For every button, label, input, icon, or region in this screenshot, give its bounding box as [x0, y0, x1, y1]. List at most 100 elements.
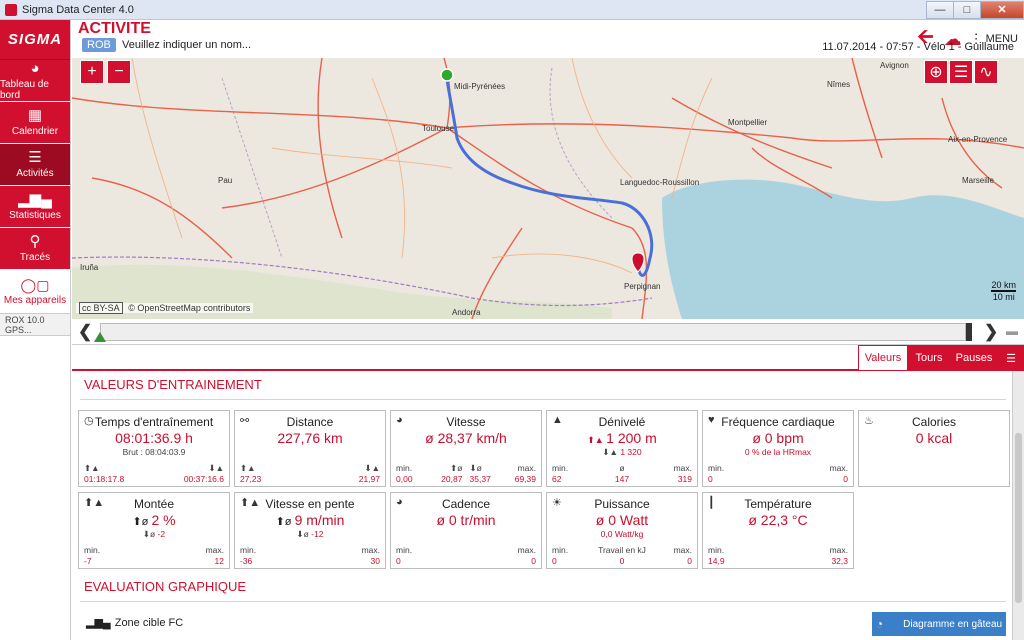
zoom-out-button[interactable]: −	[107, 60, 131, 84]
card-title: Calories	[911, 415, 956, 429]
maximize-button[interactable]: □	[953, 0, 981, 19]
detail-tabs: Valeurs Tours Pauses ☰	[72, 345, 1024, 371]
max-label: max.	[517, 463, 536, 473]
card-speed: ◕ Vitesse ø 28,37 km/h min. 0,00 ⬆ø ⬇ø 2…	[390, 410, 542, 487]
card-altitude: ▲ Dénivelé ⬆▲ 1 200 m ⬇▲ 1 320 min. 62 ø…	[546, 410, 698, 487]
map-city-label: Montpellier	[728, 118, 768, 127]
timeline-scrubber[interactable]: ❮ ❯ ▬	[72, 319, 1024, 345]
card-title: Dénivelé	[598, 415, 646, 429]
card-value: ø 22,3 °C	[748, 512, 808, 528]
map-city-label: Marseille	[962, 176, 995, 185]
tab-laps[interactable]: Tours	[908, 345, 950, 371]
section-divider	[80, 399, 1006, 400]
bar-chart-icon: ▂▆▄	[86, 617, 111, 629]
map-city-label: Midi-Pyrénées	[454, 82, 506, 91]
max-value: 0	[843, 474, 848, 484]
zoom-in-button[interactable]: +	[80, 60, 104, 84]
max-label: max.	[361, 545, 380, 555]
sidebar-item-label: Tracés	[19, 252, 51, 263]
sidebar-item-statistics[interactable]: ▂▆▄ Statistiques	[0, 186, 70, 228]
sidebar-item-label: Calendrier	[11, 126, 59, 137]
app-icon	[5, 3, 17, 16]
timeline-track[interactable]	[100, 323, 966, 341]
card-distance: ⚯ Distance 227,76 km ⬆▲ 27,23 ⬇▲ 21,97	[234, 410, 386, 487]
sidebar-item-label: Statistiques	[9, 210, 61, 221]
section-title-graph: EVALUATION GRAPHIQUE	[84, 579, 247, 594]
tab-pauses[interactable]: Pauses	[950, 345, 998, 371]
sidebar-item-tracks[interactable]: ⚲ Tracés	[0, 228, 70, 270]
content-scrollbar[interactable]	[1012, 371, 1024, 640]
elevation-chart-button[interactable]: ∿	[974, 60, 998, 84]
gauge-icon: ◕	[30, 59, 40, 77]
hr-zone-label: ▂▆▄ Zone cible FC	[86, 616, 183, 629]
max-value: 30	[370, 556, 380, 566]
max-value: 319	[677, 474, 692, 484]
close-window-button[interactable]: ✕	[980, 0, 1024, 19]
tab-values[interactable]: Valeurs	[858, 345, 908, 371]
card-value: ⬆▲ 1 200 m	[547, 430, 697, 446]
card-sub: ⬇ø -12	[235, 529, 385, 540]
max-label: max.	[829, 545, 848, 555]
max-label: max.	[829, 463, 848, 473]
map-city-label: Toulouse	[422, 124, 455, 133]
min-label: min.	[708, 545, 725, 555]
ascent-icon: ⬆▲	[587, 435, 607, 445]
sidebar-item-activities[interactable]: ☰ Activités	[0, 144, 70, 186]
card-training-time: ◷ Temps d'entraînement 08:01:36.9 h Brut…	[78, 410, 230, 487]
card-title: Vitesse	[446, 415, 486, 429]
sidebar-item-calendar[interactable]: ▦ Calendrier	[0, 102, 70, 144]
avg-value: 147	[614, 474, 630, 484]
list-icon: ☰	[28, 149, 42, 166]
devices-icon: ◯▢	[20, 277, 50, 293]
sidebar-item-devices[interactable]: ◯▢ Mes appareils	[0, 270, 70, 314]
timeline-start-handle[interactable]	[94, 332, 106, 342]
sport-badge[interactable]: ROB	[82, 38, 116, 52]
map-city-label: Nîmes	[827, 80, 851, 89]
sigma-logo: SIGMA	[0, 20, 70, 60]
sidebar-item-dashboard[interactable]: ◕ Tableau de bord	[0, 60, 70, 102]
timeline-prev-icon[interactable]: ❮	[78, 322, 92, 342]
card-title: Fréquence cardiaque	[721, 415, 835, 429]
crosshair-icon: ⊕	[929, 64, 943, 81]
card-title: Montée	[133, 497, 175, 511]
activity-name-field[interactable]: Veuillez indiquer un nom...	[122, 39, 251, 51]
map-city-label: Perpignan	[624, 282, 661, 291]
min-value: 14,9	[708, 556, 725, 566]
device-list-item[interactable]: ROX 10.0 GPS...	[0, 314, 70, 336]
window-titlebar: Sigma Data Center 4.0 — □ ✕	[0, 0, 1024, 20]
locate-button[interactable]: ⊕	[924, 60, 948, 84]
scrollbar-thumb[interactable]	[1015, 433, 1022, 603]
min-value: 0	[396, 556, 401, 566]
card-left-value: 27,23	[240, 474, 262, 484]
map-city-label: Andorra	[452, 308, 481, 317]
timeline-next-icon[interactable]: ❯	[984, 322, 998, 342]
sidebar: SIGMA ◕ Tableau de bord ▦ Calendrier ☰ A…	[0, 20, 71, 640]
scale-mi: 10 mi	[992, 292, 1015, 302]
card-right-value: 21,97	[358, 474, 380, 484]
minimize-button[interactable]: —	[926, 0, 954, 19]
min-value: -36	[240, 556, 253, 566]
card-left-value: 01:18:17.8	[84, 474, 125, 484]
timeline-menu-icon[interactable]: ▬	[1006, 324, 1018, 338]
slope-down-value: -12	[311, 529, 324, 539]
climb-up-value: 2 %	[151, 512, 176, 528]
ascent-value: 1 200 m	[606, 430, 657, 446]
card-value: ⬆ø 2 %	[79, 512, 229, 528]
card-title: Puissance	[594, 497, 650, 511]
max-label: max.	[517, 545, 536, 555]
card-value: 227,76 km	[277, 430, 343, 446]
map-city-label: Avignon	[880, 61, 909, 70]
layers-button[interactable]: ☰	[949, 60, 973, 84]
timeline-end-handle[interactable]	[966, 323, 972, 341]
max-value: 0	[531, 556, 536, 566]
scale-km: 20 km	[991, 280, 1016, 292]
tab-list[interactable]: ☰	[998, 345, 1024, 371]
route-icon: ⚲	[29, 233, 41, 250]
pie-chart-button[interactable]: ◔ Diagramme en gâteau	[872, 612, 1006, 636]
route-map[interactable]: + − ⊕ ☰ ∿ Toulouse Midi-Pyrénées Pau Mon…	[72, 58, 1024, 319]
list-icon: ☰	[1006, 352, 1016, 365]
uphill-icon: ⬆▲	[240, 463, 256, 473]
map-city-label: Languedoc-Roussillon	[620, 178, 700, 187]
min-label: min.	[84, 545, 101, 555]
slope-up-value: 9 m/min	[294, 512, 345, 528]
